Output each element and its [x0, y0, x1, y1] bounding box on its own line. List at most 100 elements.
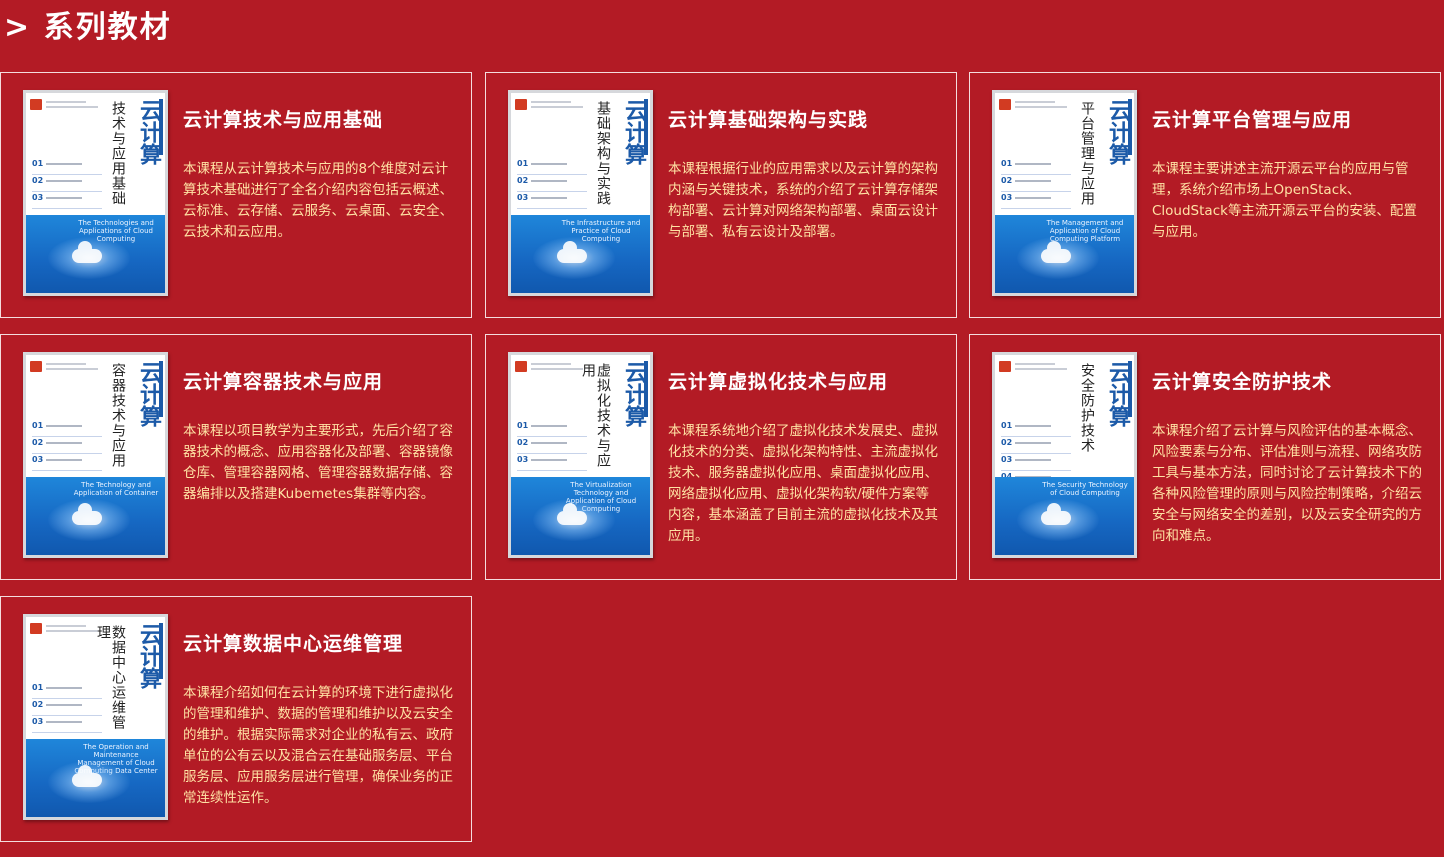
cover-series-title: 云计算 [621, 361, 647, 427]
book-cover-image[interactable]: 云计算 技术与应用基础 01 02 03 The Technologies and … [23, 90, 168, 296]
book-title[interactable]: 云计算技术与应用基础 [183, 106, 463, 134]
cover-chapter-row: 02 [1001, 438, 1071, 454]
cloud-icon [72, 765, 102, 787]
book-description: 本课程介绍了云计算与风险评估的基本概念、风险要素与分布、评估准则与流程、网络攻防… [1152, 423, 1422, 544]
cover-series-title: 云计算 [1105, 99, 1131, 165]
publisher-logo-icon [30, 361, 42, 372]
cover-chapter-row: 02 [1001, 176, 1071, 192]
cloud-icon [72, 503, 102, 525]
publisher-logo-icon [515, 99, 527, 110]
book-cover-image[interactable]: 云计算 虚拟化技术与应用 01 02 03 The Virtualization T… [508, 352, 653, 558]
cloud-icon [72, 241, 102, 263]
cover-english-title: The Security Technology of Cloud Computi… [1042, 481, 1128, 497]
cover-subtitle: 容器技术与应用 [110, 363, 126, 468]
cover-chapter-row: 01 [32, 683, 102, 699]
book-description: 本课程根据行业的应用需求以及云计算的架构内涵与关键技术，系统的介绍了云计算存储架… [668, 161, 938, 240]
book-cover-image[interactable]: 云计算 平台管理与应用 01 02 03 The Management and Ap… [992, 90, 1137, 296]
cover-chapter-list: 01 02 03 [32, 683, 102, 734]
cover-chapter-row: 01 [517, 159, 587, 175]
cover-series-title: 云计算 [621, 99, 647, 165]
cover-chapter-row: 03 [1001, 455, 1071, 471]
cover-subtitle: 平台管理与应用 [1079, 101, 1095, 206]
cover-chapter-row: 01 [517, 421, 587, 437]
cover-chapter-row: 01 [32, 159, 102, 175]
cover-chapter-number: 03 [32, 717, 44, 726]
cover-chapter-row: 03 [517, 193, 587, 209]
cover-english-title: The Technology and Application of Contai… [73, 481, 159, 497]
book-card[interactable]: 云计算 容器技术与应用 01 02 03 The Technology and Ap… [0, 334, 472, 580]
cover-chapter-number: 03 [1001, 193, 1013, 202]
cover-chapter-number: 01 [1001, 159, 1013, 168]
book-cover-image[interactable]: 云计算 基础架构与实践 01 02 03 The Infrastructure an… [508, 90, 653, 296]
cover-chapter-row: 01 [1001, 421, 1071, 437]
cover-chapter-number: 03 [517, 193, 529, 202]
publisher-logo-icon [999, 99, 1011, 110]
cover-chapter-row: 02 [32, 176, 102, 192]
cover-series-title: 云计算 [1105, 361, 1131, 427]
book-title[interactable]: 云计算安全防护技术 [1152, 368, 1432, 396]
cloud-icon [557, 241, 587, 263]
book-description: 本课程介绍如何在云计算的环境下进行虚拟化的管理和维护、数据的管理和维护以及云安全… [183, 685, 453, 806]
cover-chapter-row: 03 [32, 455, 102, 471]
book-description: 本课程以项目教学为主要形式，先后介绍了容器技术的概念、应用容器化及部署、容器镜像… [183, 423, 453, 502]
book-title[interactable]: 云计算数据中心运维管理 [183, 630, 463, 658]
publisher-logo-icon [515, 361, 527, 372]
cover-chapter-number: 03 [32, 455, 44, 464]
book-description: 本课程从云计算技术与应用的8个维度对云计算技术基础进行了全名介绍内容包括云概述、… [183, 161, 453, 240]
cover-chapter-number: 02 [1001, 438, 1013, 447]
cover-chapter-row: 03 [517, 455, 587, 471]
book-cover-image[interactable]: 云计算 安全防护技术 01020304 The Security Technol… [992, 352, 1137, 558]
cover-series-title: 云计算 [136, 623, 162, 689]
book-cover-image[interactable]: 云计算 容器技术与应用 01 02 03 The Technology and Ap… [23, 352, 168, 558]
cover-chapter-row: 02 [517, 176, 587, 192]
cloud-icon [1041, 241, 1071, 263]
book-description: 本课程主要讲述主流开源云平台的应用与管理，系统介绍市场上OpenStack、Cl… [1152, 161, 1417, 240]
book-title[interactable]: 云计算平台管理与应用 [1152, 106, 1432, 134]
cover-chapter-number: 01 [32, 683, 44, 692]
cover-chapter-number: 03 [32, 193, 44, 202]
page-title: > 系列教材 [4, 10, 172, 45]
book-title[interactable]: 云计算基础架构与实践 [668, 106, 948, 134]
cover-subtitle: 基础架构与实践 [595, 101, 611, 206]
cover-chapter-number: 01 [32, 159, 44, 168]
cover-chapter-number: 02 [32, 176, 44, 185]
cover-chapter-row: 03 [32, 717, 102, 733]
cover-chapter-row: 03 [1001, 193, 1071, 209]
cover-chapter-number: 01 [517, 421, 529, 430]
cover-chapter-number: 02 [32, 700, 44, 709]
book-title[interactable]: 云计算虚拟化技术与应用 [668, 368, 948, 396]
cover-chapter-list: 01 02 03 [32, 421, 102, 472]
cover-chapter-number: 02 [1001, 176, 1013, 185]
cover-chapter-row: 01 [32, 421, 102, 437]
cover-chapter-number: 02 [517, 176, 529, 185]
publisher-logo-icon [30, 99, 42, 110]
cover-chapter-number: 02 [32, 438, 44, 447]
cover-subtitle: 安全防护技术 [1079, 363, 1095, 453]
cover-chapter-row: 01 [1001, 159, 1071, 175]
cover-series-title: 云计算 [136, 361, 162, 427]
book-card[interactable]: 云计算 平台管理与应用 01 02 03 The Management and Ap… [969, 72, 1441, 318]
cloud-icon [557, 503, 587, 525]
cover-series-title: 云计算 [136, 99, 162, 165]
book-card[interactable]: 云计算 安全防护技术 01020304 The Security Technol… [969, 334, 1441, 580]
book-cover-image[interactable]: 云计算 数据中心运维管理 01 02 03 The Operation and Ma… [23, 614, 168, 820]
cover-chapter-row: 02 [32, 438, 102, 454]
book-title[interactable]: 云计算容器技术与应用 [183, 368, 463, 396]
book-card[interactable]: 云计算 数据中心运维管理 01 02 03 The Operation and Ma… [0, 596, 472, 842]
book-card[interactable]: 云计算 基础架构与实践 01 02 03 The Infrastructure an… [485, 72, 957, 318]
cover-chapter-number: 03 [517, 455, 529, 464]
cover-chapter-number: 01 [32, 421, 44, 430]
cover-chapter-list: 01 02 03 [517, 159, 587, 210]
book-card[interactable]: 云计算 虚拟化技术与应用 01 02 03 The Virtualization T… [485, 334, 957, 580]
cover-chapter-number: 01 [517, 159, 529, 168]
book-card[interactable]: 云计算 技术与应用基础 01 02 03 The Technologies and … [0, 72, 472, 318]
cover-chapter-number: 02 [517, 438, 529, 447]
cover-chapter-list: 01 02 03 [32, 159, 102, 210]
cover-chapter-list: 01 02 03 [1001, 159, 1071, 210]
cover-chapter-row: 03 [32, 193, 102, 209]
publisher-logo-icon [30, 623, 42, 634]
cover-chapter-number: 01 [1001, 421, 1013, 430]
publisher-logo-icon [999, 361, 1011, 372]
cloud-icon [1041, 503, 1071, 525]
cover-chapter-row: 02 [32, 700, 102, 716]
